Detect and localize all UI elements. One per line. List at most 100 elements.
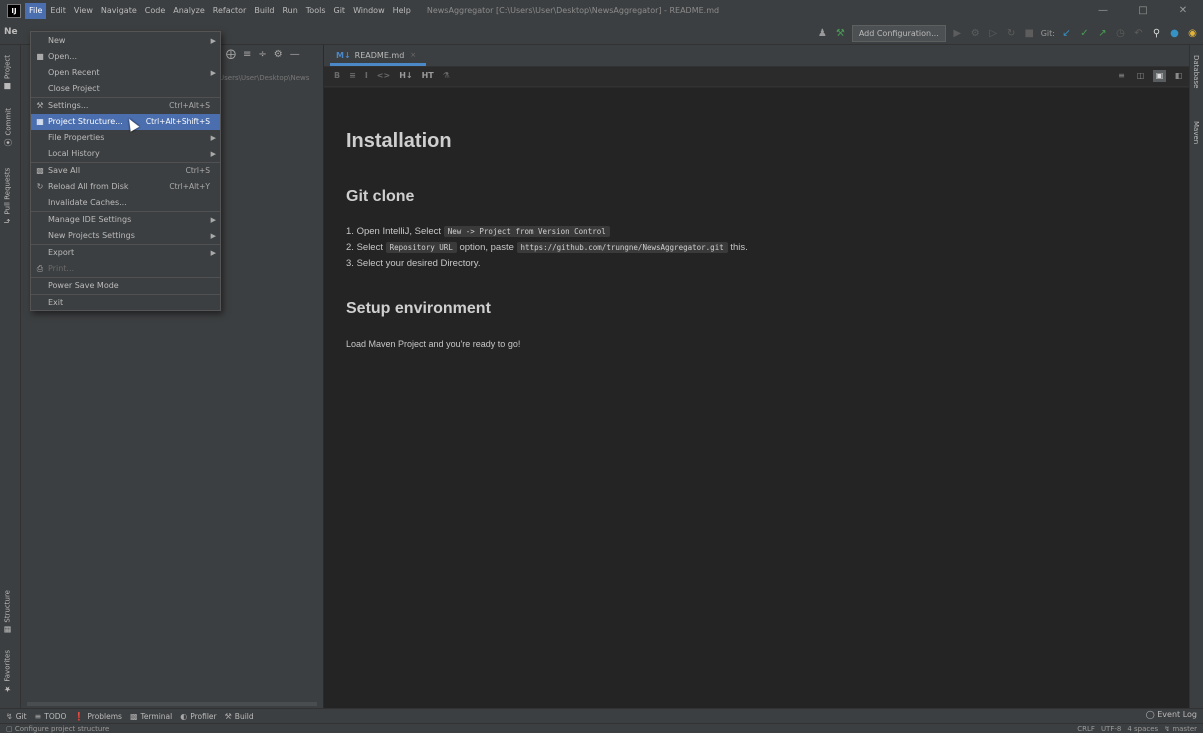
- menu-item-power-save-mode[interactable]: Power Save Mode: [31, 278, 220, 294]
- maximize-button[interactable]: □: [1123, 0, 1163, 21]
- menu-view[interactable]: View: [70, 3, 97, 19]
- structure-tool-tab[interactable]: ▦ Structure: [3, 590, 12, 635]
- preview-only-icon[interactable]: ▣: [1153, 70, 1166, 82]
- menu-item-save-all[interactable]: ▩ Save All Ctrl+S: [31, 163, 220, 179]
- step-number: 2.: [346, 242, 354, 253]
- editor-only-icon[interactable]: ≡: [1115, 70, 1128, 82]
- line-separator-widget[interactable]: CRLF: [1077, 724, 1095, 733]
- project-panel-tools: ⨁ ≡ ÷ ⚙ —: [226, 49, 300, 60]
- git-update-icon[interactable]: ↙: [1060, 28, 1073, 39]
- hammer-icon: ⚒: [224, 711, 232, 721]
- strikethrough-button[interactable]: ≡: [349, 71, 356, 80]
- menu-item-label: Project Structure...: [48, 117, 123, 126]
- menu-item-local-history[interactable]: Local History ▶: [31, 146, 220, 162]
- split-view-icon[interactable]: ◫: [1134, 70, 1147, 82]
- vcs-user-icon[interactable]: ♟: [816, 28, 829, 39]
- bold-button[interactable]: B: [334, 71, 340, 80]
- rollback-icon[interactable]: ↶: [1132, 28, 1145, 39]
- problems-tool-label: Problems: [87, 711, 122, 721]
- coverage-icon[interactable]: ▷: [987, 28, 1000, 39]
- menu-item-file-properties[interactable]: File Properties ▶: [31, 130, 220, 146]
- stop-icon[interactable]: ■: [1023, 28, 1036, 39]
- indent-widget[interactable]: 4 spaces: [1127, 724, 1158, 733]
- pull-requests-tab-label: Pull Requests: [3, 168, 12, 215]
- build-hammer-icon[interactable]: ⚒: [834, 28, 847, 39]
- problems-tool-button[interactable]: ❗ Problems: [74, 712, 122, 721]
- locate-icon[interactable]: ⨁: [226, 49, 236, 60]
- menu-file[interactable]: File: [25, 2, 47, 19]
- project-panel-scrollbar[interactable]: [27, 702, 317, 706]
- gear-icon[interactable]: ⚙: [274, 49, 283, 60]
- tab-readme[interactable]: M↓ README.md ×: [330, 47, 427, 66]
- status-toggle-icon[interactable]: ▢: [6, 725, 13, 733]
- add-configuration-button[interactable]: Add Configuration...: [851, 24, 946, 42]
- step-text: Open IntelliJ, Select: [356, 226, 442, 237]
- header-up-button[interactable]: HT: [422, 71, 434, 80]
- menu-item-close-project[interactable]: Close Project: [31, 81, 220, 97]
- menu-item-invalidate-caches[interactable]: Invalidate Caches...: [31, 195, 220, 211]
- inline-code: New -> Project from Version Control: [443, 226, 610, 237]
- layout-toggle-icon[interactable]: ◧: [1172, 70, 1185, 82]
- project-tool-tab[interactable]: ■ Project: [3, 55, 12, 91]
- menu-refactor[interactable]: Refactor: [209, 3, 251, 19]
- terminal-tool-button[interactable]: ▩ Terminal: [130, 712, 172, 721]
- menu-analyze[interactable]: Analyze: [169, 3, 209, 19]
- profiler-tool-button[interactable]: ◐ Profiler: [180, 712, 216, 721]
- minimize-button[interactable]: —: [1083, 0, 1123, 21]
- menu-navigate[interactable]: Navigate: [97, 3, 141, 19]
- menu-item-open[interactable]: ■ Open...: [31, 49, 220, 65]
- database-tool-tab[interactable]: Database: [1192, 55, 1200, 88]
- menu-item-new[interactable]: New ▶: [31, 33, 220, 49]
- menu-git[interactable]: Git: [330, 3, 350, 19]
- profiler-icon: ◐: [180, 711, 188, 721]
- menu-build[interactable]: Build: [250, 3, 278, 19]
- git-commit-icon[interactable]: ✓: [1078, 28, 1091, 39]
- build-tool-button[interactable]: ⚒ Build: [225, 712, 254, 721]
- menu-item-new-projects-settings[interactable]: New Projects Settings ▶: [31, 228, 220, 244]
- commit-tool-tab[interactable]: ⦿ Commit: [3, 108, 14, 147]
- menu-item-reload-all[interactable]: ↻ Reload All from Disk Ctrl+Alt+Y: [31, 179, 220, 195]
- paragraph-load-maven: Load Maven Project and you're ready to g…: [346, 339, 521, 349]
- maven-tool-tab[interactable]: Maven: [1192, 121, 1200, 144]
- event-log-button[interactable]: ◯ Event Log: [1146, 710, 1197, 719]
- event-log-icon: ◯: [1145, 710, 1155, 719]
- git-branch-widget[interactable]: ↯ master: [1164, 724, 1197, 733]
- pull-requests-tool-tab[interactable]: ↳ Pull Requests: [3, 168, 12, 224]
- menu-shortcut: Ctrl+Alt+Y: [169, 182, 210, 191]
- hide-icon[interactable]: —: [290, 49, 300, 60]
- link-button[interactable]: ⚗: [443, 71, 450, 80]
- menu-help[interactable]: Help: [389, 3, 415, 19]
- menu-item-exit[interactable]: Exit: [31, 295, 220, 311]
- profile-icon[interactable]: ↻: [1005, 28, 1018, 39]
- code-button[interactable]: <>: [377, 71, 390, 80]
- menu-item-open-recent[interactable]: Open Recent ▶: [31, 65, 220, 81]
- todo-tool-button[interactable]: ≡ TODO: [35, 712, 67, 721]
- menu-edit[interactable]: Edit: [46, 3, 70, 19]
- plugin-icon[interactable]: ◉: [1186, 28, 1199, 39]
- git-push-icon[interactable]: ↗: [1096, 28, 1109, 39]
- history-icon[interactable]: ◷: [1114, 28, 1127, 39]
- window-controls: — □ ✕: [1083, 0, 1203, 21]
- search-icon[interactable]: ⚲: [1150, 28, 1163, 39]
- update-available-icon[interactable]: ●: [1168, 28, 1181, 39]
- git-tool-button[interactable]: ↯ Git: [6, 712, 27, 721]
- navigation-bar-label[interactable]: Ne: [4, 27, 18, 37]
- italic-button[interactable]: I: [365, 71, 368, 80]
- close-tab-icon[interactable]: ×: [410, 51, 416, 59]
- debug-icon[interactable]: ⚙: [969, 28, 982, 39]
- menu-window[interactable]: Window: [349, 3, 389, 19]
- menu-item-settings[interactable]: ⚒ Settings... Ctrl+Alt+S: [31, 98, 220, 114]
- menu-run[interactable]: Run: [278, 3, 301, 19]
- expand-all-icon[interactable]: ≡: [243, 49, 251, 60]
- menu-item-manage-ide-settings[interactable]: Manage IDE Settings ▶: [31, 212, 220, 228]
- menu-code[interactable]: Code: [141, 3, 169, 19]
- encoding-widget[interactable]: UTF-8: [1101, 724, 1121, 733]
- close-window-button[interactable]: ✕: [1163, 0, 1203, 21]
- menu-tools[interactable]: Tools: [302, 3, 330, 19]
- favorites-tool-tab[interactable]: ★ Favorites: [3, 650, 12, 694]
- menu-item-export[interactable]: Export ▶: [31, 245, 220, 261]
- project-structure-icon: ▦: [36, 117, 44, 126]
- run-icon[interactable]: ▶: [951, 28, 964, 39]
- collapse-all-icon[interactable]: ÷: [258, 49, 266, 60]
- header-down-button[interactable]: H↓: [399, 71, 412, 80]
